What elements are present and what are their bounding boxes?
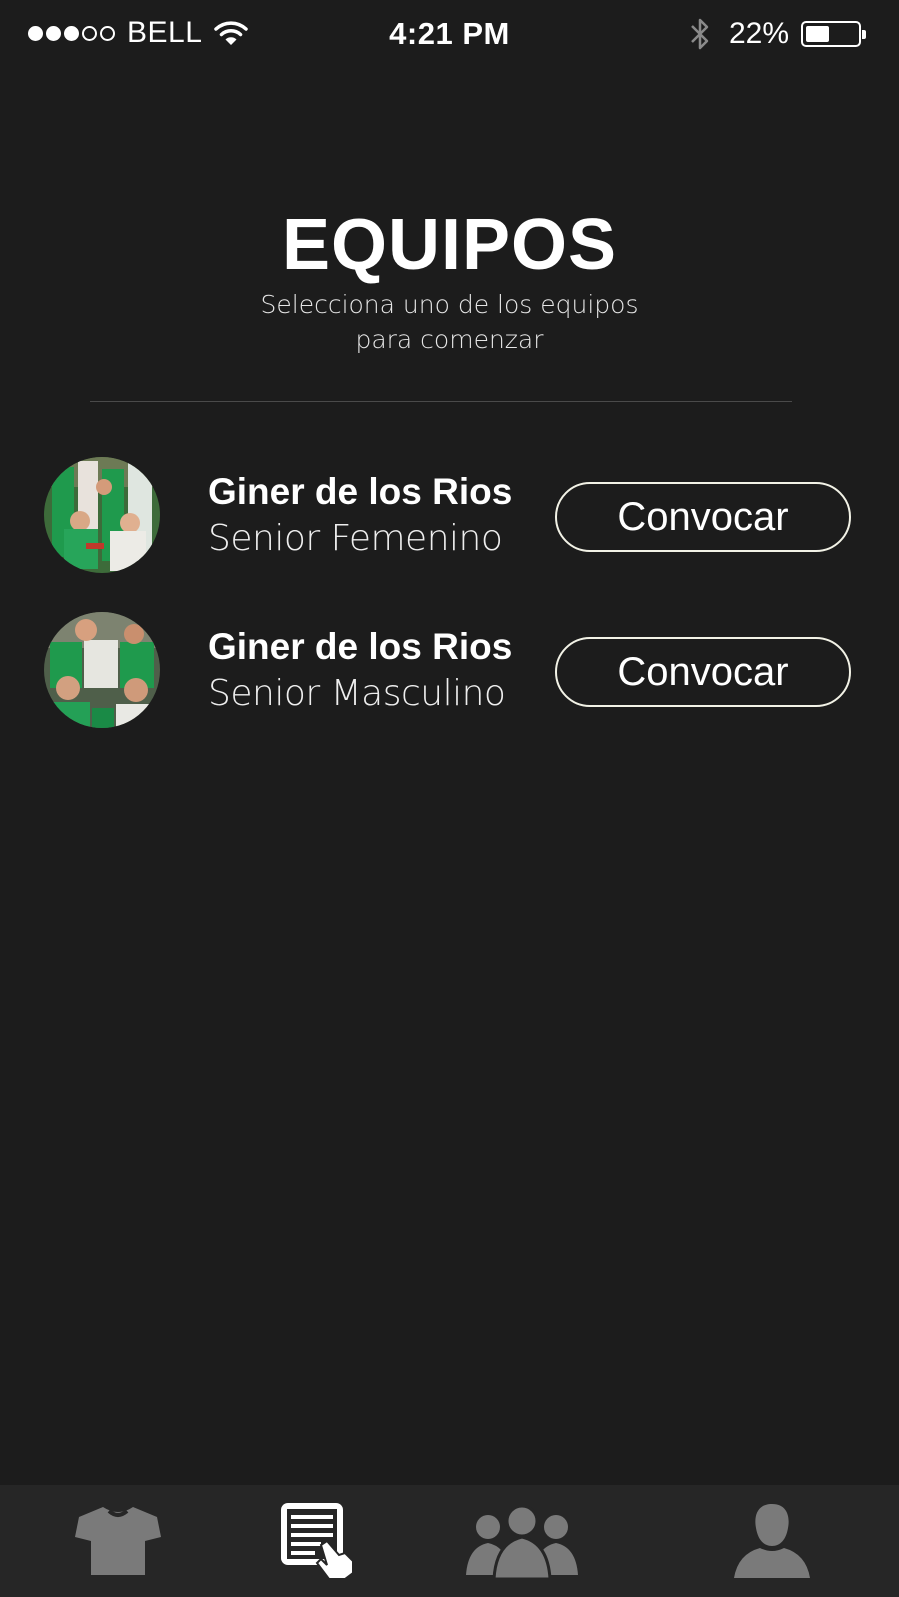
team-name: Giner de los Rios — [208, 626, 513, 667]
profile-icon — [734, 1504, 810, 1578]
convocar-button[interactable]: Convocar — [555, 637, 851, 707]
header-divider — [90, 401, 792, 402]
team-info: Giner de los Rios Senior Masculino — [208, 624, 512, 718]
page-title: EQUIPOS — [281, 205, 618, 285]
battery-icon — [801, 21, 866, 47]
jersey-icon — [75, 1507, 161, 1575]
team-row-senior-femenino: Giner de los Rios Senior Femenino Convoc… — [0, 457, 899, 577]
team-photo-image — [44, 612, 160, 728]
group-icon — [466, 1504, 578, 1579]
bluetooth-icon — [691, 18, 709, 50]
convocar-button[interactable]: Convocar — [555, 482, 851, 552]
tab-bar — [0, 1485, 899, 1597]
team-category: Senior Femenino — [208, 518, 503, 559]
team-avatar — [44, 612, 160, 728]
team-name: Giner de los Rios — [208, 471, 513, 512]
status-right: 22% — [689, 16, 866, 52]
page-subtitle: Selecciona uno de los equipos para comen… — [260, 290, 639, 354]
tab-groups[interactable] — [410, 1485, 634, 1597]
team-row-senior-masculino: Giner de los Rios Senior Masculino Convo… — [0, 612, 899, 732]
lineup-list-icon — [281, 1503, 354, 1580]
tab-profile[interactable] — [660, 1485, 884, 1597]
team-category: Senior Masculino — [208, 673, 506, 714]
team-photo-image — [44, 457, 160, 573]
status-bar: BELL 4:21 PM 22% — [0, 0, 899, 68]
team-avatar — [44, 457, 160, 573]
tab-lineup[interactable] — [207, 1485, 431, 1597]
header: EQUIPOS Selecciona uno de los equipos pa… — [0, 205, 899, 357]
team-info: Giner de los Rios Senior Femenino — [208, 469, 512, 563]
tab-jersey[interactable] — [6, 1485, 230, 1597]
battery-level-fill — [806, 26, 829, 42]
battery-percent: 22% — [728, 17, 789, 50]
